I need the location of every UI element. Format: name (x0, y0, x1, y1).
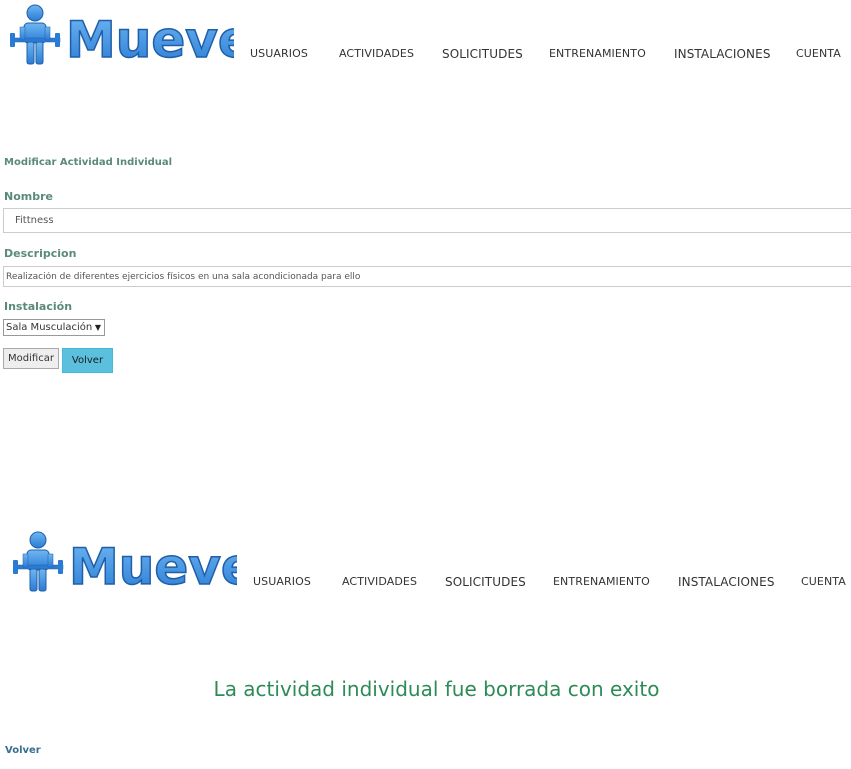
nav-instalaciones[interactable]: INSTALACIONES (674, 47, 771, 61)
nav-instalaciones-2[interactable]: INSTALACIONES (678, 575, 775, 589)
brand-name-2: MueveT (69, 538, 237, 596)
descripcion-label: Descripcion (4, 247, 77, 260)
nav-usuarios[interactable]: USUARIOS (250, 47, 308, 60)
mueveT-logo[interactable]: MueveT (8, 0, 234, 70)
volver-button[interactable]: Volver (62, 348, 113, 373)
nav-cuenta-2[interactable]: CUENTA (801, 575, 846, 588)
weightlifter-logo-icon-2: MueveT (13, 531, 237, 597)
descripcion-input[interactable] (3, 266, 851, 287)
nombre-label: Nombre (4, 190, 53, 203)
success-message: La actividad individual fue borrada con … (213, 677, 660, 701)
nav-cuenta[interactable]: CUENTA (796, 47, 841, 60)
header-top: MueveT USUARIOS ACTIVIDADES SOLICITUDES … (0, 0, 851, 70)
instalacion-select[interactable]: Sala Musculación ▼ (3, 319, 105, 336)
instalacion-label: Instalación (4, 300, 73, 313)
volver-link[interactable]: Volver (5, 745, 41, 756)
brand-name: MueveT (66, 11, 234, 69)
nav-actividades-2[interactable]: ACTIVIDADES (342, 575, 417, 588)
instalacion-selected-value: Sala Musculación (6, 322, 93, 333)
nombre-input[interactable] (3, 208, 851, 233)
nav-actividades[interactable]: ACTIVIDADES (339, 47, 414, 60)
weightlifter-logo-icon: MueveT (10, 4, 234, 70)
mueveT-logo-2[interactable]: MueveT (11, 527, 237, 597)
dropdown-arrow-icon: ▼ (94, 323, 101, 332)
nav-solicitudes[interactable]: SOLICITUDES (442, 47, 523, 61)
nav-entrenamiento-2[interactable]: ENTRENAMIENTO (553, 575, 650, 588)
form-title: Modificar Actividad Individual (4, 157, 173, 168)
nav-entrenamiento[interactable]: ENTRENAMIENTO (549, 47, 646, 60)
modificar-button[interactable]: Modificar (3, 348, 59, 369)
nav-solicitudes-2[interactable]: SOLICITUDES (445, 575, 526, 589)
header-bottom: MueveT USUARIOS ACTIVIDADES SOLICITUDES … (0, 527, 851, 597)
nav-usuarios-2[interactable]: USUARIOS (253, 575, 311, 588)
